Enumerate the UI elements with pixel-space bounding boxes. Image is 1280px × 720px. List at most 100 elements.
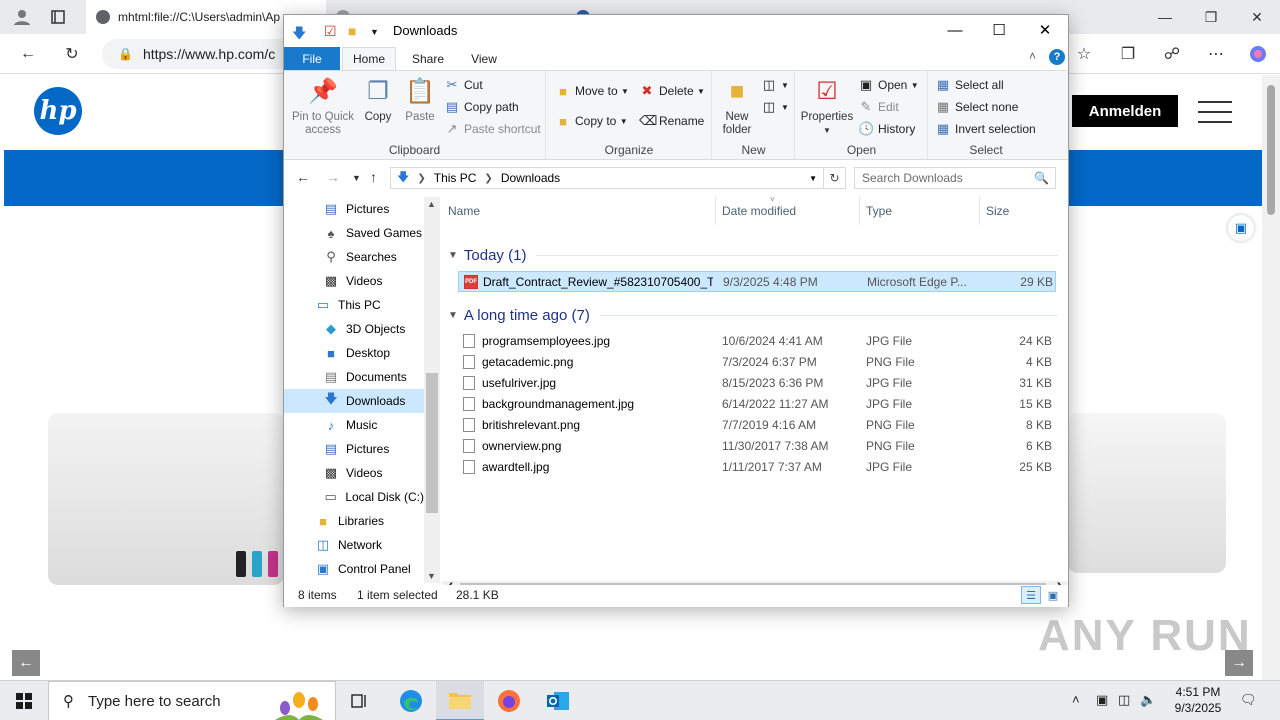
paste-button[interactable]: 📋 Paste	[402, 77, 438, 124]
nav-item[interactable]: ▩ Videos	[284, 461, 424, 485]
taskbar-outlook-button[interactable]	[534, 681, 582, 720]
taskbar-clock[interactable]: 4:51 PM 9/3/2025	[1160, 684, 1236, 716]
back-arrow-icon[interactable]: ←	[296, 169, 310, 185]
tab-share[interactable]: Share	[400, 47, 456, 70]
network-tray-icon[interactable]: ◫	[1118, 692, 1130, 708]
file-row[interactable]: usefulriver.jpg 8/15/2023 6:36 PM JPG File…	[458, 373, 1056, 394]
ribbon-collapse-icon[interactable]: ˄	[1029, 49, 1036, 63]
more-menu-icon[interactable]: ⋯	[1202, 40, 1230, 68]
search-input[interactable]: Search Downloads 🔍	[854, 167, 1056, 189]
breadcrumb-this-pc[interactable]: This PC	[434, 171, 477, 185]
column-date-modified[interactable]: Date modified	[716, 197, 860, 225]
tab-actions-icon[interactable]	[44, 3, 72, 31]
nav-item[interactable]: ▤ Pictures	[284, 197, 424, 221]
page-scrollbar[interactable]	[1262, 75, 1280, 680]
file-row[interactable]: programsemployees.jpg 10/6/2024 4:41 AM JP…	[458, 331, 1056, 352]
copilot-icon[interactable]	[1244, 40, 1272, 68]
start-button[interactable]	[0, 681, 48, 720]
nav-item[interactable]: ▣ Control Panel	[284, 557, 424, 581]
nav-item[interactable]: ▤ Pictures	[284, 437, 424, 461]
file-row[interactable]: getacademic.png 7/3/2024 6:37 PM PNG File 4…	[458, 352, 1056, 373]
carousel-prev-icon[interactable]: ←	[12, 650, 40, 676]
easy-access-button[interactable]: ◫ ▼	[761, 97, 789, 117]
notifications-icon[interactable]: 🗨	[1240, 692, 1257, 708]
taskbar-file-explorer-button[interactable]	[436, 681, 484, 720]
nav-item[interactable]: ▩ Videos	[284, 269, 424, 293]
breadcrumb-downloads[interactable]: Downloads	[501, 171, 560, 185]
login-button[interactable]: Anmelden	[1072, 95, 1178, 127]
new-item-button[interactable]: ◫ ▼	[761, 75, 789, 95]
taskbar-edge-button[interactable]	[387, 681, 435, 720]
tab-view[interactable]: View	[456, 47, 512, 70]
properties-quick-icon[interactable]: ☑	[324, 23, 337, 40]
column-type[interactable]: Type	[860, 197, 980, 225]
help-icon[interactable]: ?	[1049, 49, 1065, 65]
file-row[interactable]: ownerview.png 11/30/2017 7:38 AM PNG File 6…	[458, 436, 1056, 457]
nav-item[interactable]: ▤ Documents	[284, 365, 424, 389]
nav-item[interactable]: ■ Libraries	[284, 509, 424, 533]
nav-item[interactable]: ■ Desktop	[284, 341, 424, 365]
nav-item[interactable]: ♠ Saved Games	[284, 221, 424, 245]
taskbar-firefox-button[interactable]	[485, 681, 533, 720]
address-bar[interactable]: 🔒 https://www.hp.com/c	[102, 39, 302, 69]
nav-item[interactable]: ◆ 3D Objects	[284, 317, 424, 341]
refresh-icon[interactable]: ↻	[824, 167, 846, 189]
nav-item[interactable]: ▭ Local Disk (C:)	[284, 485, 425, 509]
tab-file[interactable]: File	[284, 47, 340, 70]
path-breadcrumb[interactable]: 🡇 ❯ This PC ❯ Downloads ▼	[390, 167, 824, 189]
show-hidden-icons-icon[interactable]: ˄	[1072, 692, 1080, 707]
back-icon[interactable]: ←	[14, 40, 42, 68]
edit-button[interactable]: ✎ Edit	[858, 97, 899, 117]
paste-shortcut-button[interactable]: ↗ Paste shortcut	[444, 119, 541, 139]
recent-locations-icon[interactable]: ▼	[352, 173, 361, 183]
browser-minimize-button[interactable]: —	[1142, 0, 1188, 34]
forward-arrow-icon[interactable]: →	[326, 169, 340, 185]
extensions-icon[interactable]: ☍	[1158, 40, 1186, 68]
new-folder-quick-icon[interactable]: ■	[348, 23, 356, 39]
browser-restore-button[interactable]: ❐	[1188, 0, 1234, 34]
rename-button[interactable]: ⌫ Rename	[639, 111, 704, 131]
browser-close-button[interactable]: ✕	[1234, 0, 1280, 34]
nav-item[interactable]: ▭ This PC	[284, 293, 424, 317]
taskbar-search-box[interactable]: ⚲ Type here to search	[48, 681, 336, 720]
cut-button[interactable]: ✂ Cut	[444, 75, 483, 95]
new-folder-button[interactable]: ■ New folder	[717, 77, 757, 137]
move-to-button[interactable]: ■ Move to ▼	[555, 81, 629, 101]
copy-path-button[interactable]: ▤ Copy path	[444, 97, 519, 117]
large-icons-view-icon[interactable]: ▣	[1043, 586, 1063, 604]
maximize-button[interactable]: ☐	[976, 15, 1022, 45]
copy-to-button[interactable]: ■ Copy to ▼	[555, 111, 628, 131]
group-header[interactable]: ▼ Today (1)	[448, 243, 1058, 267]
select-none-button[interactable]: ▦ Select none	[935, 97, 1019, 117]
column-size[interactable]: Size	[980, 197, 1060, 225]
close-button[interactable]: ✕	[1022, 15, 1068, 45]
up-arrow-icon[interactable]: ↑	[370, 169, 377, 185]
collections-icon[interactable]: ❐	[1114, 40, 1142, 68]
file-row[interactable]: backgroundmanagement.jpg 6/14/2022 11:27 …	[458, 394, 1056, 415]
select-all-button[interactable]: ▦ Select all	[935, 75, 1004, 95]
meet-now-icon[interactable]: ▣	[1096, 692, 1108, 708]
tab-home[interactable]: Home	[342, 47, 396, 70]
profile-icon[interactable]	[8, 3, 36, 31]
history-button[interactable]: 🕓 History	[858, 119, 915, 139]
quick-access-dropdown-icon[interactable]: ▼	[370, 27, 379, 37]
navigation-pane-scrollbar[interactable]: ▲ ▼	[424, 197, 440, 583]
open-button[interactable]: ▣ Open ▼	[858, 75, 919, 95]
path-dropdown-icon[interactable]: ▼	[809, 174, 817, 183]
group-header[interactable]: ▼ A long time ago (7)	[448, 303, 1058, 327]
volume-icon[interactable]: 🔈	[1140, 692, 1156, 708]
refresh-icon[interactable]: ↻	[58, 40, 86, 68]
nav-item[interactable]: ♪ Music	[284, 413, 424, 437]
pin-quick-access-button[interactable]: 📌 Pin to Quick access	[290, 77, 356, 137]
copy-button[interactable]: ❐ Copy	[360, 77, 396, 124]
favorites-star-icon[interactable]: ☆	[1070, 40, 1098, 68]
delete-button[interactable]: ✖ Delete ▼	[639, 81, 705, 101]
invert-selection-button[interactable]: ▦ Invert selection	[935, 119, 1036, 139]
file-row[interactable]: britishrelevant.png 7/7/2019 4:16 AM PNG F…	[458, 415, 1056, 436]
column-name[interactable]: Name	[442, 197, 716, 225]
task-view-button[interactable]	[336, 681, 384, 720]
nav-item[interactable]: 🡇 Downloads	[284, 389, 424, 413]
file-row[interactable]: awardtell.jpg 1/11/2017 7:37 AM JPG File 25…	[458, 457, 1056, 478]
nav-item[interactable]: ⚲ Searches	[284, 245, 424, 269]
hp-logo[interactable]: hp	[34, 87, 82, 135]
